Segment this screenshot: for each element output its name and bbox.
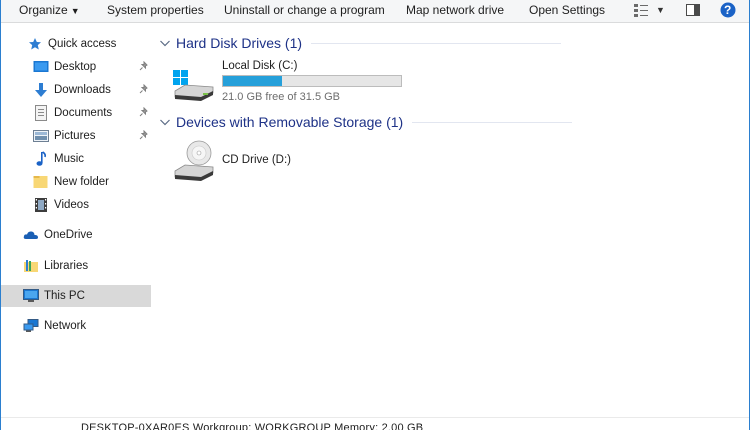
- group-divider: [311, 42, 562, 44]
- nav-item-documents[interactable]: Documents: [1, 102, 151, 124]
- hard-drive-icon: [173, 70, 214, 101]
- chevron-down-icon: [160, 119, 170, 126]
- nav-label: Libraries: [44, 260, 89, 272]
- group-header-hard-disk[interactable]: Hard Disk Drives (1): [159, 35, 562, 51]
- cd-drive-icon: [174, 140, 214, 181]
- pin-icon[interactable]: [139, 83, 149, 97]
- nav-label: Documents: [54, 107, 113, 119]
- command-bar: Organize ▼ System properties Uninstall or…: [1, 0, 749, 23]
- status-details: DESKTOP-0XAR0ES Workgroup: WORKGROUP Mem…: [81, 422, 424, 430]
- drive-name: CD Drive (D:): [222, 154, 291, 166]
- desktop-icon: [33, 59, 49, 75]
- group-title: Hard Disk Drives (1): [176, 35, 303, 51]
- document-icon: [33, 105, 49, 121]
- drive-local-disk-c[interactable]: Local Disk (C:) 21.0 GB free of 31.5 GB: [171, 59, 411, 105]
- nav-item-downloads[interactable]: Downloads: [1, 79, 151, 101]
- nav-item-new-folder[interactable]: New folder: [1, 171, 151, 193]
- nav-item-network[interactable]: Network: [1, 315, 151, 337]
- content-pane: Hard Disk Drives (1) Local Disk (C:) 21.…: [153, 23, 749, 415]
- chevron-down-icon: [160, 40, 170, 47]
- view-options-chevron-icon[interactable]: ▼: [656, 5, 665, 15]
- organize-label: Organize: [19, 3, 68, 17]
- map-network-drive-button[interactable]: Map network drive: [406, 3, 504, 17]
- film-icon: [33, 197, 49, 213]
- music-note-icon: [33, 151, 49, 167]
- help-glyph: ?: [724, 3, 732, 17]
- nav-label: OneDrive: [44, 229, 93, 241]
- star-icon: [27, 36, 43, 52]
- group-title: Devices with Removable Storage (1): [176, 114, 404, 130]
- drive-name: Local Disk (C:): [222, 60, 298, 72]
- nav-label: New folder: [54, 176, 109, 188]
- nav-label: Quick access: [48, 38, 117, 50]
- nav-item-desktop[interactable]: Desktop: [1, 56, 151, 78]
- organize-button[interactable]: Organize ▼: [19, 3, 80, 17]
- drive-free-space: 21.0 GB free of 31.5 GB: [222, 91, 341, 103]
- nav-label: Network: [44, 320, 87, 332]
- pin-icon[interactable]: [139, 60, 149, 74]
- uninstall-program-button[interactable]: Uninstall or change a program: [224, 3, 385, 17]
- nav-label: Videos: [54, 199, 89, 211]
- nav-item-videos[interactable]: Videos: [1, 194, 151, 216]
- group-divider: [412, 121, 573, 123]
- pin-icon[interactable]: [139, 129, 149, 143]
- nav-label: This PC: [44, 290, 85, 302]
- view-details-icon: [634, 4, 648, 17]
- nav-label: Pictures: [54, 130, 96, 142]
- drive-usage-fill: [223, 76, 283, 86]
- computer-icon: [23, 288, 39, 304]
- libraries-icon: [23, 258, 39, 274]
- cloud-icon: [23, 227, 39, 243]
- nav-item-libraries[interactable]: Libraries: [1, 255, 151, 277]
- system-properties-button[interactable]: System properties: [107, 3, 204, 17]
- folder-icon: [33, 174, 49, 190]
- nav-item-pictures[interactable]: Pictures: [1, 125, 151, 147]
- explorer-window: Organize ▼ System properties Uninstall or…: [0, 0, 750, 430]
- network-icon: [23, 318, 39, 334]
- nav-label: Downloads: [54, 84, 111, 96]
- nav-item-quick-access[interactable]: Quick access: [1, 33, 151, 55]
- pictures-icon: [33, 128, 49, 144]
- preview-pane-icon: [686, 4, 700, 16]
- drive-usage-bar: [222, 75, 402, 87]
- nav-item-music[interactable]: Music: [1, 148, 151, 170]
- preview-pane-button[interactable]: [685, 2, 701, 21]
- nav-item-this-pc[interactable]: This PC: [1, 285, 151, 307]
- change-view-button[interactable]: [633, 2, 649, 21]
- nav-label: Music: [54, 153, 85, 165]
- chevron-down-icon: ▼: [70, 6, 80, 16]
- group-header-removable[interactable]: Devices with Removable Storage (1): [159, 114, 573, 130]
- status-bar: DESKTOP-0XAR0ES Workgroup: WORKGROUP Mem…: [1, 417, 749, 430]
- navigation-pane: Quick access Desktop Downloads Documents…: [1, 23, 153, 415]
- nav-item-onedrive[interactable]: OneDrive: [1, 224, 151, 246]
- drive-cd-d[interactable]: CD Drive (D:): [171, 139, 371, 185]
- open-settings-button[interactable]: Open Settings: [529, 3, 605, 17]
- download-arrow-icon: [33, 82, 49, 98]
- nav-label: Desktop: [54, 61, 97, 73]
- pin-icon[interactable]: [139, 106, 149, 120]
- help-button[interactable]: ?: [720, 2, 736, 21]
